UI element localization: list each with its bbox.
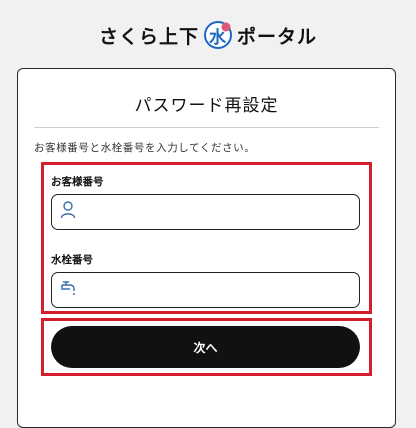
tap-number-label: 水栓番号 xyxy=(51,254,93,266)
brand-prefix: さくら上下 xyxy=(98,25,199,48)
faucet-icon xyxy=(60,279,78,301)
page-title: パスワード再設定 xyxy=(134,96,279,116)
customer-number-field[interactable] xyxy=(51,194,360,230)
site-header: さくら上下 水 ポータル xyxy=(0,18,416,52)
title-divider xyxy=(34,127,379,128)
tap-number-input[interactable] xyxy=(84,272,359,308)
tap-number-field[interactable] xyxy=(51,272,360,308)
water-logo-icon: 水 xyxy=(203,20,233,50)
logo-char: 水 xyxy=(209,27,227,48)
person-icon xyxy=(60,201,76,223)
instruction-text: お客様番号と水栓番号を入力してください。 xyxy=(34,142,256,154)
next-button[interactable]: 次へ xyxy=(51,326,360,368)
brand-suffix: ポータル xyxy=(237,25,318,48)
customer-number-label: お客様番号 xyxy=(51,176,104,188)
customer-number-input[interactable] xyxy=(82,194,359,230)
